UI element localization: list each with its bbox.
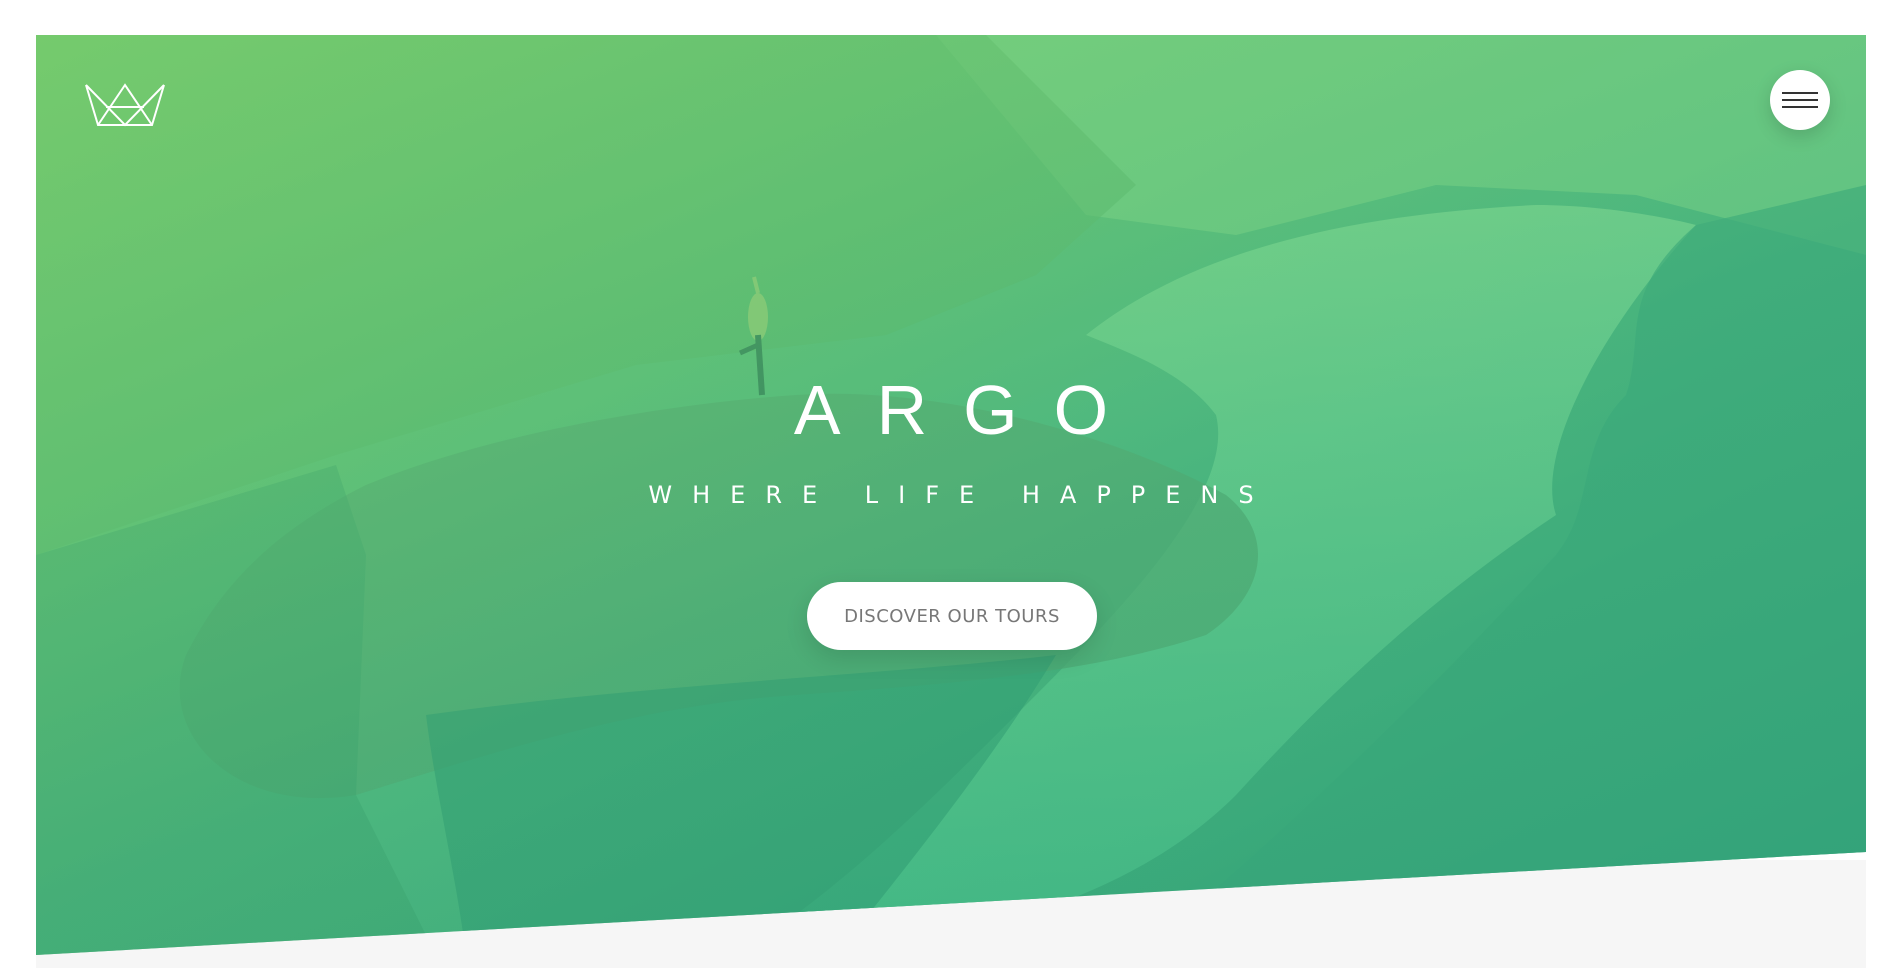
- hero-subtitle: WHERE LIFE HAPPENS: [648, 481, 1274, 509]
- hero-title: ARGO: [793, 371, 1145, 449]
- discover-tours-button[interactable]: DISCOVER OUR TOURS: [807, 582, 1097, 650]
- hero-section: ARGO WHERE LIFE HAPPENS DISCOVER OUR TOU…: [36, 35, 1866, 955]
- crown-logo-icon[interactable]: [84, 81, 166, 127]
- hero-heading: ARGO WHERE LIFE HAPPENS: [36, 375, 1866, 509]
- menu-button[interactable]: [1770, 70, 1830, 130]
- hamburger-menu-icon: [1782, 90, 1818, 110]
- page: ARGO WHERE LIFE HAPPENS DISCOVER OUR TOU…: [0, 0, 1902, 968]
